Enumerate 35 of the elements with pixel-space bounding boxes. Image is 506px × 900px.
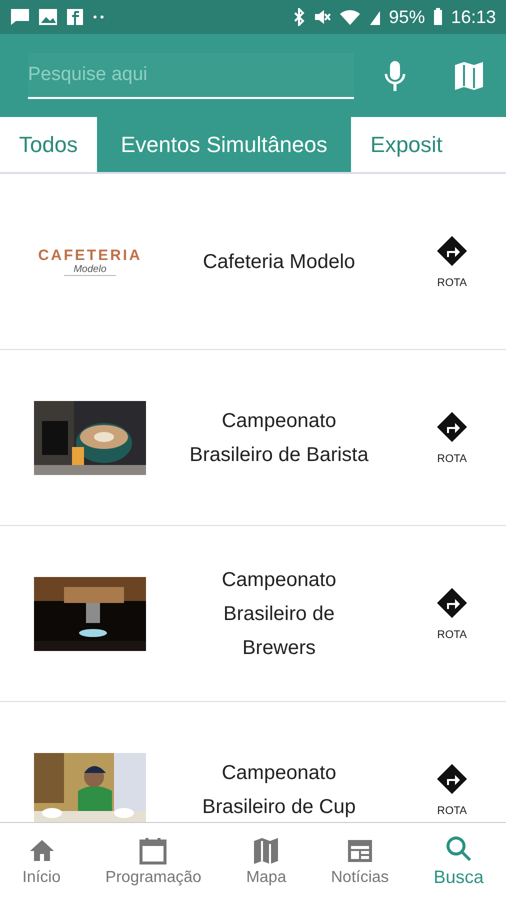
directions-icon (436, 410, 468, 442)
battery-percent: 95% (388, 6, 425, 28)
social-icon (66, 8, 84, 26)
clock: 16:13 (450, 6, 496, 28)
event-title: Cafeteria Modelo (202, 250, 356, 274)
event-title: Campeonato Brasileiro de Cup (201, 760, 357, 820)
tab[interactable]: Eventos Simultâneos (96, 117, 352, 172)
wifi-icon (338, 8, 361, 26)
event-title: Campeonato Brasileiro de Barista (188, 408, 370, 468)
logo: CAFETERIA Modelo (37, 246, 143, 278)
calendar-icon (139, 836, 168, 864)
mute-icon (312, 8, 331, 26)
nav-item[interactable]: Busca (434, 835, 484, 888)
image-icon (38, 8, 58, 26)
nav-item[interactable]: Início (22, 836, 61, 886)
route-button[interactable]: ROTA (412, 762, 492, 816)
search-icon (444, 835, 473, 863)
microphone-icon[interactable] (384, 60, 406, 92)
battery-icon (432, 8, 443, 26)
bluetooth-icon (292, 8, 305, 26)
route-button[interactable]: ROTA (412, 410, 492, 464)
nav-item[interactable]: Programação (105, 836, 202, 886)
event-title: Campeonato Brasileiro de Brewers (220, 568, 338, 660)
chat-icon (10, 8, 30, 26)
directions-icon (436, 586, 468, 618)
nav-item[interactable]: Notícias (331, 836, 389, 886)
more-icon (92, 14, 106, 20)
map-icon[interactable] (454, 60, 484, 90)
route-button[interactable]: ROTA (412, 234, 492, 288)
route-button[interactable]: ROTA (412, 586, 492, 640)
directions-icon (436, 234, 468, 266)
nav-item[interactable]: Mapa (246, 836, 286, 886)
directions-icon (436, 762, 468, 794)
search-field[interactable]: Pesquise aqui (28, 52, 354, 98)
map-icon (252, 836, 280, 864)
